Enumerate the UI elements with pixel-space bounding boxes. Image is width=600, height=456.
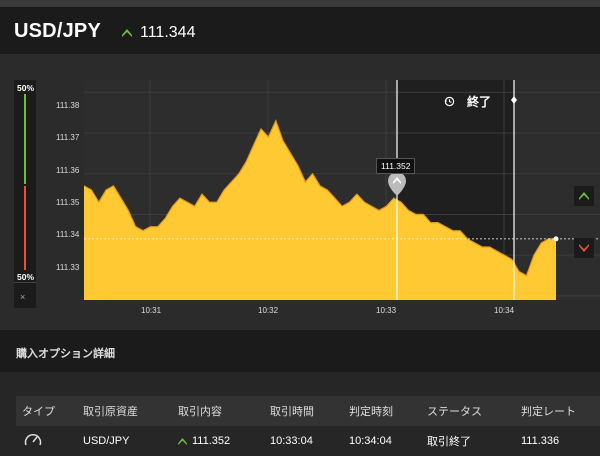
cell-content: 111.352 <box>178 435 230 447</box>
col-status: ステータス <box>427 406 482 418</box>
x-tick-label: 10:32 <box>258 306 279 315</box>
col-type: タイプ <box>22 406 55 418</box>
y-tick-label: 111.38 <box>56 101 80 110</box>
down-arrow-icon <box>579 244 589 252</box>
col-asset: 取引原資産 <box>83 406 138 418</box>
up-arrow-icon <box>579 192 589 200</box>
table-header: タイプ 取引原資産 取引内容 取引時間 判定時刻 ステータス 判定レート <box>16 396 600 426</box>
high-button[interactable] <box>574 186 594 206</box>
col-judge-time: 判定時刻 <box>349 406 393 418</box>
y-tick-label: 111.37 <box>56 133 80 142</box>
y-tick-label: 111.34 <box>56 230 80 239</box>
history-icon <box>444 96 455 107</box>
cell-asset: USD/JPY <box>83 435 130 447</box>
x-tick-label: 10:33 <box>376 306 397 315</box>
cell-status: 取引終了 <box>427 436 471 448</box>
cell-rate: 111.336 <box>521 435 560 447</box>
col-rate: 判定レート <box>521 406 576 418</box>
cell-judge-time: 10:34:04 <box>349 435 392 447</box>
trade-table: タイプ 取引原資産 取引内容 取引時間 判定時刻 ステータス 判定レート USD… <box>16 396 600 456</box>
purchase-details-header: 購入オプション詳細 <box>0 330 600 372</box>
y-tick-label: 111.33 <box>56 263 80 272</box>
up-arrow-icon <box>178 437 187 445</box>
section-title: 購入オプション詳細 <box>16 348 115 360</box>
x-tick-label: 10:34 <box>494 306 515 315</box>
gauge-icon <box>24 434 42 446</box>
low-button[interactable] <box>574 238 594 258</box>
y-tick-label: 111.35 <box>56 198 80 207</box>
y-tick-label: 111.36 <box>56 166 80 175</box>
current-price-dot <box>553 236 559 242</box>
expiry-label: 終了 <box>467 95 492 109</box>
price-chart <box>83 80 600 300</box>
entry-price-tooltip: 111.352 <box>376 158 416 174</box>
expiry-marker: 終了 <box>444 93 491 110</box>
col-trade-time: 取引時間 <box>270 406 314 418</box>
cell-trade-time: 10:33:04 <box>270 435 313 447</box>
x-tick-label: 10:31 <box>141 306 162 315</box>
col-content: 取引内容 <box>178 406 222 418</box>
cell-content-value: 111.352 <box>192 435 231 447</box>
